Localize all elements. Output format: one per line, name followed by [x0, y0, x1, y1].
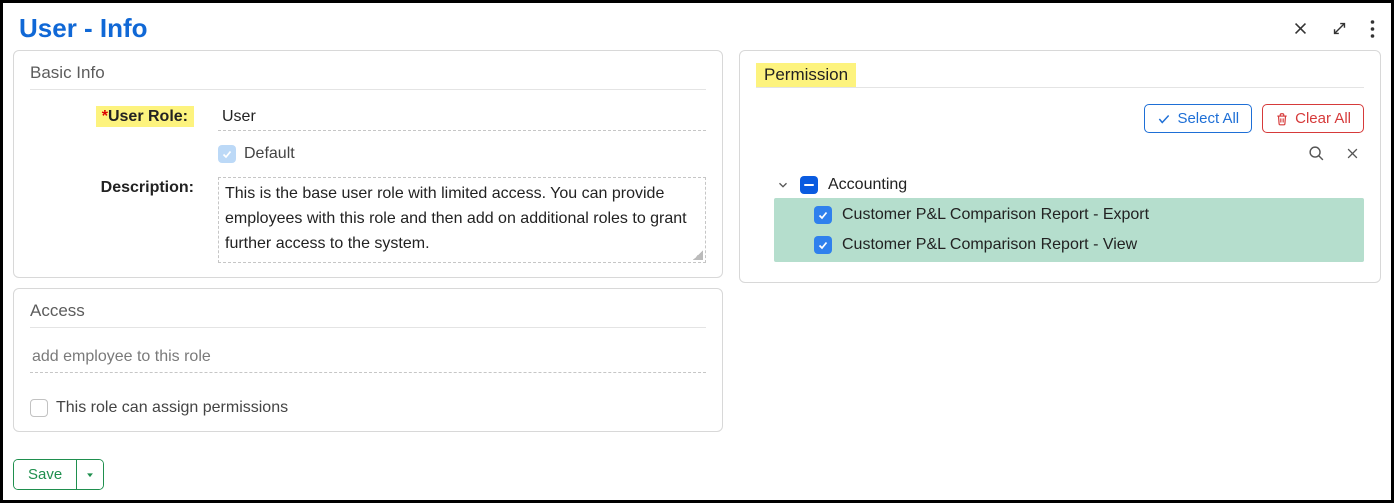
tree-node-child[interactable]: Customer P&L Comparison Report - View	[774, 230, 1364, 260]
tree-label-accounting: Accounting	[828, 176, 907, 194]
tree-checkbox-accounting[interactable]	[800, 176, 818, 194]
tree-checkbox-child[interactable]	[814, 206, 832, 224]
close-icon[interactable]	[1292, 20, 1309, 37]
chevron-down-icon[interactable]	[776, 178, 790, 192]
assign-permissions-checkbox[interactable]	[30, 399, 48, 417]
permission-panel: Permission Select All Clear All	[739, 50, 1381, 283]
tree-node-accounting[interactable]: Accounting	[756, 172, 1364, 198]
add-employee-input[interactable]	[30, 344, 706, 373]
access-panel: Access This role can assign permissions	[13, 288, 723, 432]
access-title: Access	[30, 301, 706, 328]
user-role-value[interactable]: User	[218, 106, 706, 131]
save-button[interactable]: Save	[14, 460, 76, 489]
basic-info-title: Basic Info	[30, 63, 706, 90]
expand-icon[interactable]	[1331, 20, 1348, 37]
description-label: Description:	[30, 177, 218, 263]
clear-all-button[interactable]: Clear All	[1262, 104, 1364, 133]
default-label: Default	[244, 145, 295, 163]
save-dropdown-button[interactable]	[76, 460, 103, 489]
assign-permissions-label: This role can assign permissions	[56, 399, 288, 417]
permission-title: Permission	[756, 63, 856, 87]
tree-label-child: Customer P&L Comparison Report - Export	[842, 206, 1149, 224]
search-icon[interactable]	[1308, 145, 1325, 162]
description-textarea[interactable]: This is the base user role with limited …	[218, 177, 706, 263]
tree-node-child[interactable]: Customer P&L Comparison Report - Export	[774, 200, 1364, 230]
user-role-label: *User Role:	[30, 106, 218, 131]
tree-label-child: Customer P&L Comparison Report - View	[842, 236, 1137, 254]
tree-checkbox-child[interactable]	[814, 236, 832, 254]
default-checkbox[interactable]	[218, 145, 236, 163]
select-all-button[interactable]: Select All	[1144, 104, 1252, 133]
more-menu-icon[interactable]	[1370, 20, 1375, 38]
clear-search-icon[interactable]	[1345, 145, 1360, 162]
basic-info-panel: Basic Info *User Role: User Default	[13, 50, 723, 278]
page-title: User - Info	[19, 13, 148, 44]
